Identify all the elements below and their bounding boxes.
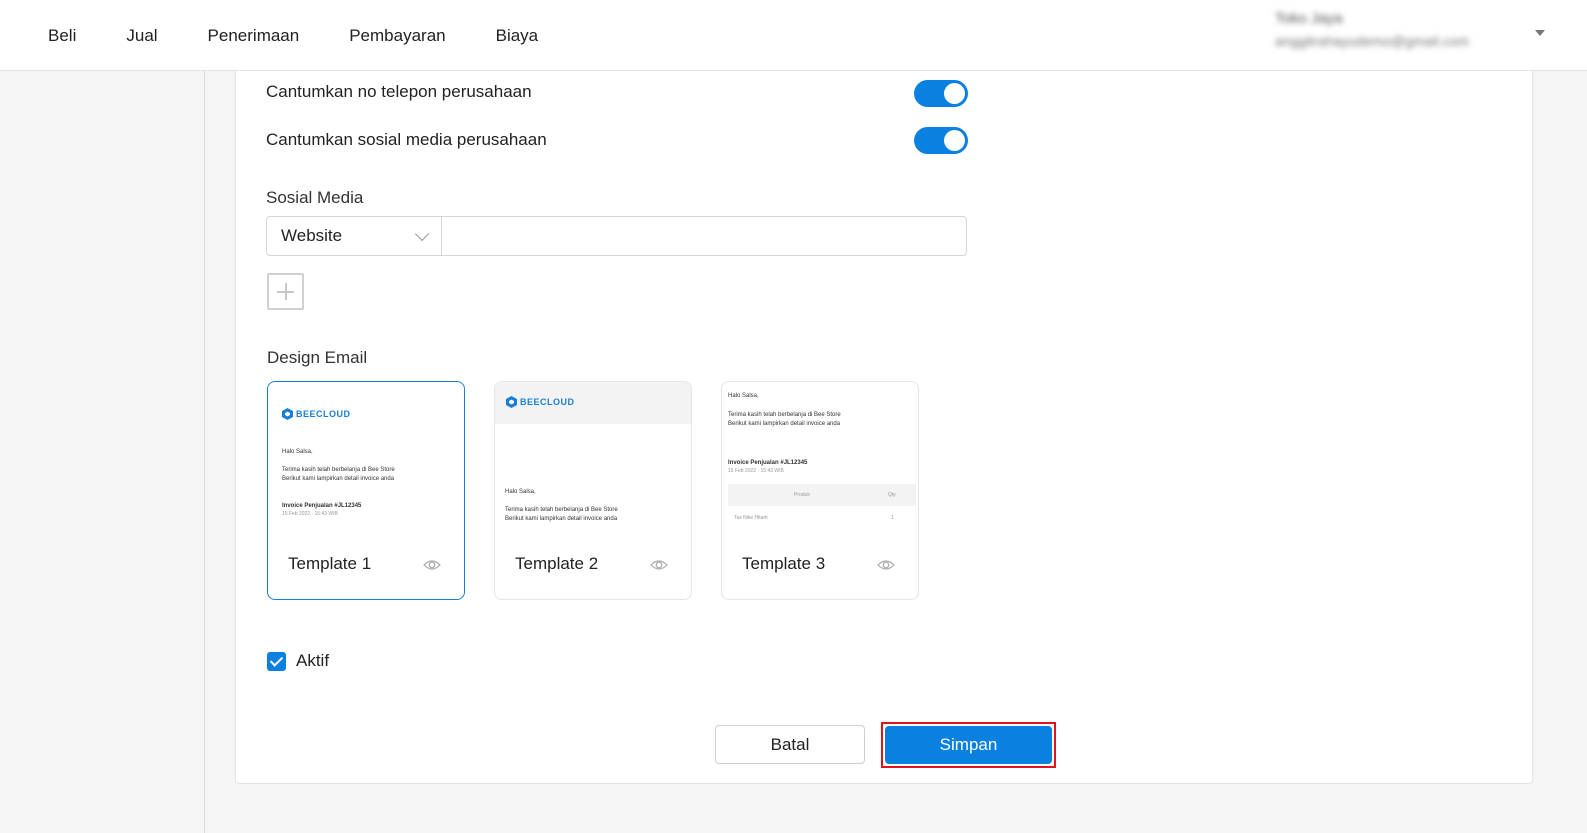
preview-table-header-produk: Produk [794, 492, 810, 498]
preview-line1: Terima kasih telah berbelanja di Bee Sto… [728, 412, 841, 418]
template-name: Template 2 [515, 554, 599, 573]
beecloud-logo-icon [506, 396, 517, 408]
top-bar: Beli Jual Penerimaan Pembayaran Biaya To… [0, 0, 1587, 71]
nav-item-jual[interactable]: Jual [126, 26, 157, 46]
cancel-button[interactable]: Batal [715, 725, 865, 764]
nav-item-penerimaan[interactable]: Penerimaan [208, 26, 300, 46]
nav-item-pembayaran[interactable]: Pembayaran [349, 26, 445, 46]
social-media-title: Sosial Media [266, 188, 364, 207]
template-name: Template 1 [288, 554, 372, 573]
phone-toggle-label: Cantumkan no telepon perusahaan [266, 82, 532, 101]
add-social-media-button[interactable] [267, 273, 304, 310]
beecloud-logo-icon [282, 408, 293, 420]
user-name: Toko Jaya [1275, 10, 1343, 27]
design-email-title: Design Email [267, 348, 368, 367]
preview-greeting: Halo Salsa, [282, 449, 313, 455]
active-label: Aktif [296, 651, 330, 670]
social-toggle-label: Cantumkan sosial media perusahaan [266, 130, 547, 149]
active-checkbox[interactable] [267, 651, 286, 671]
social-type-value: Website [281, 226, 343, 245]
template-card-1[interactable]: BEECLOUD Halo Salsa, Terima kasih telah … [267, 381, 465, 600]
eye-icon[interactable] [423, 556, 441, 574]
preview-table-cell-qty: 1 [891, 515, 894, 521]
preview-line2: Berikut kami lampirkan detail invoice an… [282, 476, 395, 482]
template-name: Template 3 [742, 554, 826, 573]
nav-item-biaya[interactable]: Biaya [496, 26, 539, 46]
eye-icon[interactable] [650, 556, 668, 574]
main-nav: Beli Jual Penerimaan Pembayaran Biaya [48, 0, 588, 71]
active-checkbox-row[interactable]: Aktif [267, 651, 329, 671]
chevron-down-icon[interactable] [1535, 30, 1545, 36]
social-url-input[interactable] [442, 217, 966, 255]
user-email: anggitrahayudemo@gmail.com [1275, 33, 1469, 49]
social-media-field-group: Website [266, 216, 967, 256]
nav-item-beli[interactable]: Beli [48, 26, 76, 46]
preview-invoice-date: 15 Feb 2022 · 15:43 WIB [728, 468, 784, 474]
user-menu[interactable]: Toko Jaya anggitrahayudemo@gmail.com [1275, 10, 1545, 49]
social-type-select[interactable]: Website [267, 217, 442, 255]
sidebar [0, 71, 205, 833]
social-toggle[interactable] [914, 127, 968, 154]
preview-greeting: Halo Salsa, [728, 393, 759, 399]
preview-table: Produk Qty Tas Nike Hitam 1 [728, 484, 916, 530]
brand-logo: BEECLOUD [282, 408, 351, 420]
preview-line2: Berikut kami lampirkan detail invoice an… [505, 516, 618, 522]
template-card-2[interactable]: BEECLOUD Halo Salsa, Terima kasih telah … [494, 381, 692, 600]
preview-greeting: Halo Salsa, [505, 489, 536, 495]
phone-toggle[interactable] [914, 80, 968, 107]
preview-invoice-date: 15 Feb 2022 · 15:43 WIB [282, 511, 338, 517]
chevron-down-icon [414, 226, 430, 242]
save-button[interactable]: Simpan [885, 726, 1052, 764]
eye-icon[interactable] [877, 556, 895, 574]
brand-logo: BEECLOUD [506, 396, 575, 408]
preview-line1: Terima kasih telah berbelanja di Bee Sto… [282, 467, 395, 473]
preview-line2: Berikut kami lampirkan detail invoice an… [728, 421, 841, 427]
preview-line1: Terima kasih telah berbelanja di Bee Sto… [505, 507, 618, 513]
preview-table-cell-product: Tas Nike Hitam [734, 515, 768, 521]
preview-table-header-qty: Qty [888, 492, 896, 498]
template-card-3[interactable]: Halo Salsa, Terima kasih telah berbelanj… [721, 381, 919, 600]
